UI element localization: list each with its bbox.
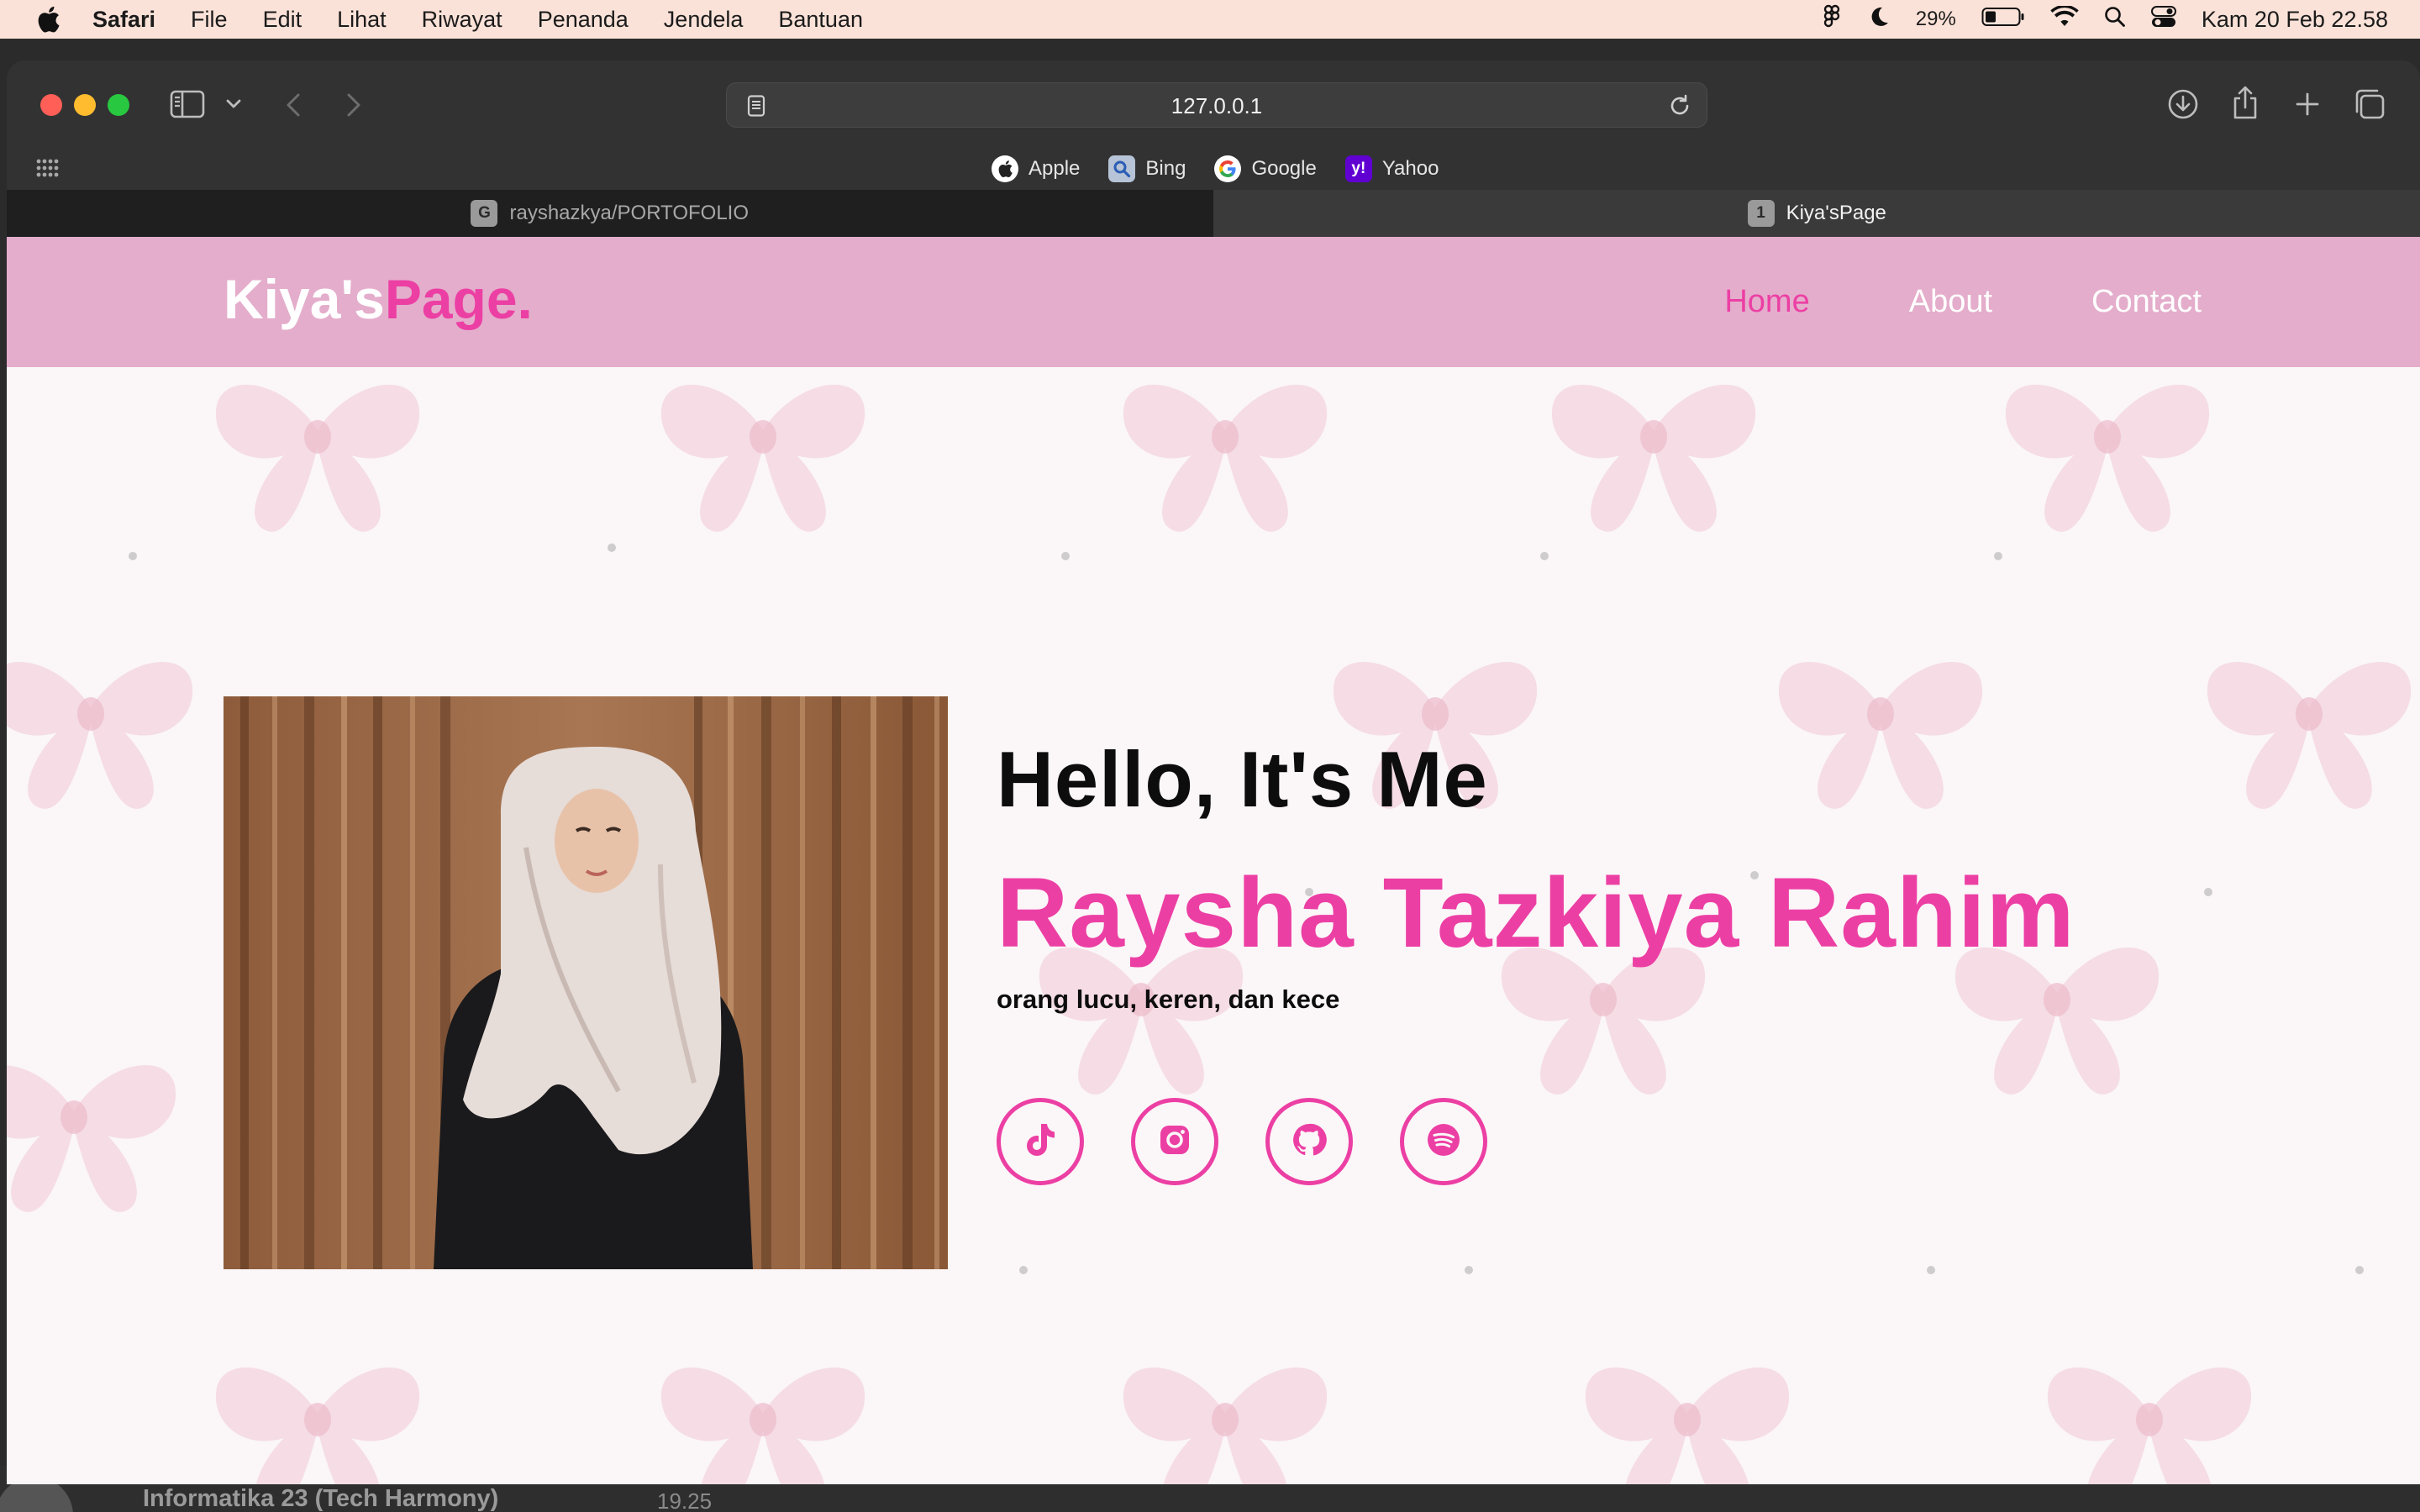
favorite-bing[interactable]: Bing	[1108, 155, 1186, 182]
favorite-apple[interactable]: Apple	[992, 155, 1080, 182]
tiktok-icon	[1023, 1121, 1057, 1163]
favorite-label: Bing	[1145, 157, 1186, 180]
spotify-link[interactable]	[1400, 1098, 1487, 1185]
url-text[interactable]: 127.0.0.1	[727, 83, 1707, 129]
favorite-label: Apple	[1028, 157, 1081, 180]
new-tab-icon[interactable]	[2292, 87, 2323, 121]
chevron-down-icon[interactable]	[224, 94, 244, 114]
apple-icon	[992, 155, 1018, 182]
back-arrow-icon[interactable]	[281, 91, 306, 119]
menu-edit[interactable]: Edit	[263, 7, 302, 33]
tab-favicon: G	[471, 200, 498, 227]
menubar-status-area: 29% Kam 20 Feb 22.58	[1823, 0, 2388, 39]
tab-overview-icon[interactable]	[2353, 87, 2386, 121]
tab-bar: G rayshazkya/PORTOFOLIO 1 Kiya'sPage	[7, 190, 2420, 237]
logo-part-2: Page.	[384, 268, 533, 330]
menu-view[interactable]: Lihat	[337, 7, 387, 33]
apple-menu-icon[interactable]	[34, 5, 62, 34]
spotlight-search-icon[interactable]	[2104, 6, 2126, 34]
favorite-label: Google	[1251, 157, 1317, 180]
menu-file[interactable]: File	[191, 7, 228, 33]
safari-window: 127.0.0.1 Apple Bing Google y! Yahoo G r…	[7, 60, 2420, 1484]
social-links	[997, 1098, 1487, 1185]
wifi-icon[interactable]	[2050, 4, 2079, 34]
tab-kiyas-page[interactable]: 1 Kiya'sPage	[1213, 190, 2420, 237]
favorite-yahoo[interactable]: y! Yahoo	[1344, 155, 1439, 182]
favorites-bar: Apple Bing Google y! Yahoo	[7, 148, 2420, 190]
grid-icon[interactable]	[35, 158, 59, 180]
minimize-window-button[interactable]	[74, 94, 96, 116]
tab-label: rayshazkya/PORTOFOLIO	[509, 202, 750, 224]
menu-bookmarks[interactable]: Penanda	[538, 7, 629, 33]
download-icon[interactable]	[2166, 87, 2200, 121]
sidebar-toggle-icon[interactable]	[170, 89, 205, 119]
background-list-item: Informatika 23 (Tech Harmony)	[0, 1477, 499, 1512]
battery-icon[interactable]	[1981, 6, 2025, 34]
background-item-label: Informatika 23 (Tech Harmony)	[143, 1485, 499, 1512]
tab-label: Kiya'sPage	[1786, 202, 1886, 224]
site-logo[interactable]: Kiya'sPage.	[224, 267, 533, 331]
menu-help[interactable]: Bantuan	[778, 7, 863, 33]
favorite-google[interactable]: Google	[1214, 155, 1317, 182]
control-center-icon[interactable]	[2150, 5, 2176, 34]
reload-icon[interactable]	[1668, 94, 1691, 118]
favorites-list: Apple Bing Google y! Yahoo	[992, 148, 1439, 190]
github-icon	[1292, 1122, 1327, 1162]
background-item-time: 19.25	[657, 1488, 713, 1512]
hero-greeting: Hello, It's Me	[997, 735, 1488, 823]
menu-app-name[interactable]: Safari	[92, 7, 155, 33]
bing-icon	[1108, 155, 1136, 182]
instagram-link[interactable]	[1131, 1098, 1218, 1185]
browser-toolbar: 127.0.0.1	[7, 60, 2420, 148]
yahoo-icon: y!	[1344, 155, 1372, 182]
favorite-label: Yahoo	[1381, 157, 1439, 180]
moon-icon[interactable]	[1867, 5, 1891, 34]
figma-icon[interactable]	[1823, 4, 1842, 35]
spotify-icon	[1426, 1122, 1461, 1162]
zoom-window-button[interactable]	[108, 94, 129, 116]
hero-name: Raysha Tazkiya Rahim	[997, 858, 2075, 969]
github-link[interactable]	[1265, 1098, 1353, 1185]
share-icon[interactable]	[2230, 84, 2260, 121]
nav-about-link[interactable]: About	[1909, 284, 1992, 320]
macos-menubar: Safari File Edit Lihat Riwayat Penanda J…	[0, 0, 2420, 39]
page-viewport[interactable]: Kiya'sPage. Home About Contact Hello, It…	[7, 237, 2420, 1484]
instagram-icon	[1158, 1123, 1192, 1161]
main-nav: Home About Contact	[1724, 237, 2202, 367]
site-header: Kiya'sPage. Home About Contact	[7, 237, 2420, 367]
hero-tagline: orang lucu, keren, dan kece	[997, 984, 1340, 1014]
google-icon	[1214, 155, 1242, 182]
battery-percent: 29%	[1915, 8, 1956, 30]
menubar-clock[interactable]: Kam 20 Feb 22.58	[2202, 7, 2388, 33]
tab-favicon: 1	[1747, 200, 1775, 227]
forward-arrow-icon[interactable]	[341, 91, 366, 119]
menu-window[interactable]: Jendela	[664, 7, 744, 33]
logo-part-1: Kiya's	[224, 268, 385, 330]
profile-photo	[224, 696, 948, 1269]
nav-contact-link[interactable]: Contact	[2091, 284, 2202, 320]
tiktok-link[interactable]	[997, 1098, 1084, 1185]
menu-history[interactable]: Riwayat	[422, 7, 502, 33]
close-window-button[interactable]	[40, 94, 62, 116]
address-bar[interactable]: 127.0.0.1	[726, 82, 1707, 128]
nav-home-link[interactable]: Home	[1724, 284, 1809, 320]
tab-portfolio-repo[interactable]: G rayshazkya/PORTOFOLIO	[7, 190, 1214, 237]
